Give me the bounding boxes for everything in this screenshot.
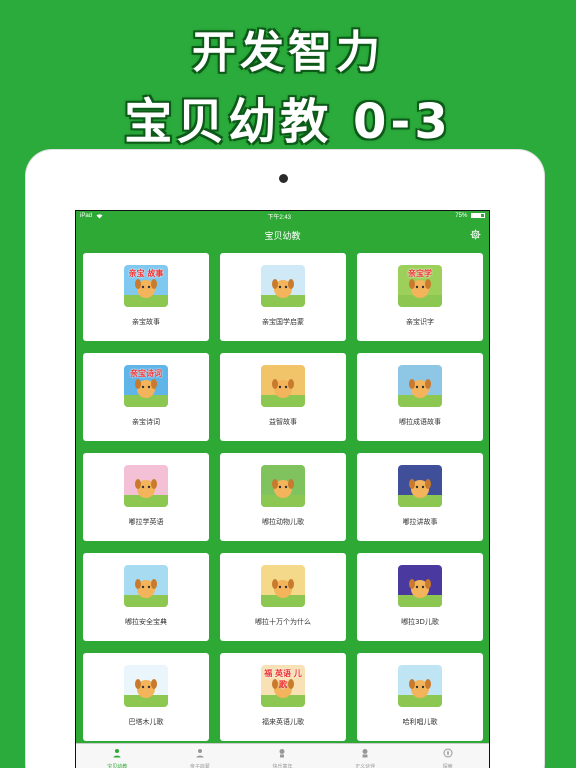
app-card[interactable]: 益智故事 xyxy=(220,353,346,441)
app-card[interactable]: 亲宝国学启蒙 xyxy=(220,253,346,341)
app-card-label: 亲宝故事 xyxy=(132,318,160,326)
battery-icon xyxy=(470,212,485,218)
app-thumbnail-image xyxy=(124,665,168,707)
tab-parenting-icon xyxy=(195,743,205,762)
app-thumbnail-image xyxy=(398,565,442,607)
tab-label: 宝贝幼教 xyxy=(107,764,128,768)
app-card-label: 巴塔木儿歌 xyxy=(128,718,164,726)
app-card[interactable]: 巴塔木儿歌 xyxy=(83,653,209,741)
app-thumbnail-image: 亲宝 故事 xyxy=(124,265,168,307)
app-card-label: 嘟拉成语故事 xyxy=(399,418,441,426)
app-thumbnail-image xyxy=(398,665,442,707)
app-card[interactable]: 福 英语 儿歌福来英语儿歌 xyxy=(220,653,346,741)
tab-bar: 宝贝幼教 亲子启蒙 快乐童年 正义伙伴 探索 xyxy=(76,743,489,768)
app-card[interactable]: 嘟拉学英语 xyxy=(83,453,209,541)
app-thumbnail-image xyxy=(261,465,305,507)
gear-icon[interactable] xyxy=(470,229,481,240)
tab-item[interactable]: 宝贝幼教 xyxy=(87,743,147,768)
app-thumbnail-image: 亲宝学 xyxy=(398,265,442,307)
thumbnail-title: 亲宝学 xyxy=(408,269,432,278)
app-card-label: 亲宝识字 xyxy=(406,318,434,326)
wifi-icon xyxy=(96,213,103,218)
app-card[interactable]: 嘟拉讲故事 xyxy=(357,453,483,541)
app-thumbnail-image xyxy=(124,565,168,607)
nav-bar: 宝贝幼教 xyxy=(76,221,489,249)
tab-label: 快乐童年 xyxy=(272,764,293,768)
app-card[interactable]: 亲宝学 亲宝识字 xyxy=(357,253,483,341)
thumbnail-title: 福 英语 儿歌 xyxy=(264,669,302,689)
battery-percent: 75% xyxy=(455,213,468,220)
status-bar: iPad 下午2:43 75% xyxy=(76,211,489,221)
tab-label: 正义伙伴 xyxy=(355,764,376,768)
app-card[interactable]: 亲宝 故事 亲宝故事 xyxy=(83,253,209,341)
app-thumbnail-image xyxy=(124,465,168,507)
app-card[interactable]: 嘟拉安全宝典 xyxy=(83,553,209,641)
app-thumbnail-image: 亲宝诗词 xyxy=(124,365,168,407)
app-card-label: 嘟拉3D儿歌 xyxy=(401,618,439,626)
tab-item[interactable]: 正义伙伴 xyxy=(335,743,395,768)
app-card-label: 亲宝国学启蒙 xyxy=(262,318,304,326)
app-card[interactable]: 哈利唱儿歌 xyxy=(357,653,483,741)
app-card-label: 嘟拉学英语 xyxy=(128,518,164,526)
app-card[interactable]: 嘟拉成语故事 xyxy=(357,353,483,441)
device-name: iPad xyxy=(80,213,93,219)
app-card-label: 嘟拉讲故事 xyxy=(402,518,438,526)
tab-item[interactable]: 亲子启蒙 xyxy=(170,743,230,768)
tab-happy-childhood-icon xyxy=(277,743,287,762)
ipad-frame: iPad 下午2:43 75% 宝贝幼教 亲宝 故事 亲宝故事 亲宝国学启蒙 亲宝学亲… xyxy=(26,150,544,768)
app-card-label: 益智故事 xyxy=(269,418,297,426)
app-thumbnail-image: 福 英语 儿歌 xyxy=(261,665,305,707)
app-card-label: 哈利唱儿歌 xyxy=(402,718,438,726)
app-screen: iPad 下午2:43 75% 宝贝幼教 亲宝 故事 亲宝故事 亲宝国学启蒙 亲宝学亲… xyxy=(75,210,490,768)
promo-subheadline: 宝贝幼教 0-3 xyxy=(124,94,452,150)
nav-title: 宝贝幼教 xyxy=(264,231,301,242)
thumbnail-title: 亲宝诗词 xyxy=(130,369,162,378)
app-thumbnail-image xyxy=(398,365,442,407)
app-card[interactable]: 嘟拉十万个为什么 xyxy=(220,553,346,641)
app-grid: 亲宝 故事 亲宝故事 亲宝国学启蒙 亲宝学 亲宝识字 亲宝诗词 亲宝诗词 益智故事 嘟拉成语故事… xyxy=(76,249,489,741)
app-thumbnail-image xyxy=(261,565,305,607)
app-card-label: 亲宝诗词 xyxy=(132,418,160,426)
app-card[interactable]: 嘟拉3D儿歌 xyxy=(357,553,483,641)
tab-justice-partner-icon xyxy=(360,743,370,762)
tab-item[interactable]: 探索 xyxy=(418,743,478,768)
tab-label: 探索 xyxy=(442,764,453,768)
app-card[interactable]: 亲宝诗词 亲宝诗词 xyxy=(83,353,209,441)
app-card-label: 嘟拉十万个为什么 xyxy=(255,618,311,626)
thumbnail-title: 亲宝 故事 xyxy=(128,269,164,278)
tab-baby-education-icon xyxy=(112,743,122,762)
camera-dot xyxy=(279,174,288,183)
app-thumbnail-image xyxy=(398,465,442,507)
tab-item[interactable]: 快乐童年 xyxy=(252,743,312,768)
promo-headline: 开发智力 xyxy=(192,27,384,78)
tab-label: 亲子启蒙 xyxy=(189,764,210,768)
app-thumbnail-image xyxy=(261,365,305,407)
app-card-label: 嘟拉动物儿歌 xyxy=(262,518,304,526)
app-card[interactable]: 嘟拉动物儿歌 xyxy=(220,453,346,541)
app-card-label: 福来英语儿歌 xyxy=(262,718,304,726)
app-thumbnail-image xyxy=(261,265,305,307)
compass-icon xyxy=(443,743,453,762)
clock: 下午2:43 xyxy=(267,214,291,221)
app-card-label: 嘟拉安全宝典 xyxy=(125,618,167,626)
